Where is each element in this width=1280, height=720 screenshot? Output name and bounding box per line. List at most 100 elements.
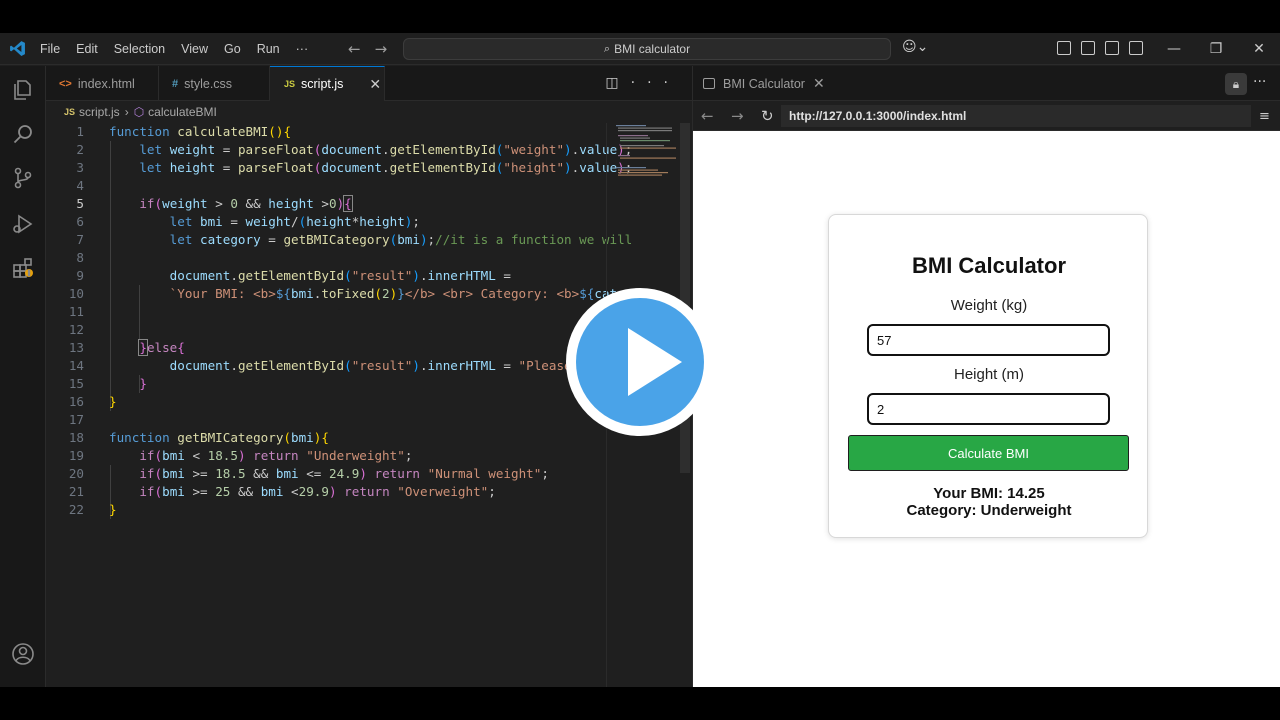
command-center-text: BMI calculator [614, 42, 691, 56]
code-line: 11 [68, 304, 84, 319]
code-line: 12 [68, 322, 84, 337]
breadcrumb: JS script.js › ⬡ calculateBMI [46, 101, 692, 123]
code-line: 7 let category = getBMICategory(bmi);//i… [76, 232, 633, 247]
browser-toolbar: ← → ↻ http://127.0.0.1:3000/index.html ≡ [693, 101, 1280, 131]
customize-layout-icon[interactable] [1057, 41, 1071, 55]
play-button[interactable] [566, 288, 714, 436]
height-label: Height (m) [953, 366, 1024, 383]
code-line: 19 if(bmi < 18.5) return "Underweight"; [68, 448, 413, 463]
tab-label: script.js [301, 77, 344, 91]
reload-icon[interactable]: ↻ [761, 107, 774, 125]
code-line: 6 let bmi = weight/(height*height); [76, 214, 420, 229]
copilot-icon[interactable]: ☺⌄ [902, 39, 928, 55]
menu-selection[interactable]: Selection [106, 42, 173, 56]
tab-bmi-calculator[interactable]: BMI Calculator ✕ [693, 66, 825, 101]
back-arrow-icon[interactable]: ← [348, 40, 361, 58]
code-line: 20 if(bmi >= 18.5 && bmi <= 24.9) return… [68, 466, 549, 481]
minimap[interactable] [612, 123, 678, 183]
extensions-icon[interactable]: ! [11, 256, 35, 280]
calculate-bmi-button[interactable]: Calculate BMI [848, 435, 1129, 471]
result-bmi: Your BMI: 14.25 [933, 485, 1045, 502]
restore-icon[interactable]: ❐ [1194, 33, 1238, 65]
code-line: 4 [76, 178, 84, 193]
svg-text:!: ! [28, 270, 31, 278]
js-file-icon: JS [284, 79, 296, 89]
code-line: 15 } [68, 376, 147, 391]
tab-index-html[interactable]: <> index.html [46, 66, 159, 101]
more-actions-icon[interactable]: ··· [631, 75, 680, 91]
activity-bar: ! [0, 66, 46, 687]
close-tab-icon[interactable]: ✕ [369, 76, 381, 93]
html-file-icon: <> [59, 77, 72, 90]
js-file-icon: JS [64, 107, 76, 117]
editor-tabs: <> index.html # style.css JS script.js ✕… [46, 66, 692, 101]
toggle-panel-icon[interactable] [1105, 41, 1119, 55]
menu-bar: File Edit Selection View Go Run ··· [32, 33, 316, 65]
menu-run[interactable]: Run [249, 42, 288, 56]
function-symbol-icon: ⬡ [133, 105, 145, 119]
play-icon [628, 328, 682, 396]
layout-controls [1057, 41, 1143, 55]
forward-arrow-icon[interactable]: → [731, 107, 744, 125]
code-line: 17 [68, 412, 84, 427]
close-tab-icon[interactable]: ✕ [813, 75, 825, 92]
editor-actions: ◫··· [605, 75, 680, 91]
menu-go[interactable]: Go [216, 42, 249, 56]
browser-tab-icon [703, 78, 715, 89]
code-line: 8 [76, 250, 84, 265]
history-nav: ← → [348, 40, 401, 58]
vscode-logo-icon [10, 41, 25, 56]
menu-view[interactable]: View [173, 42, 216, 56]
code-line: 10 `Your BMI: <b>${bmi.toFixed(2)}</b> <… [68, 286, 632, 301]
css-file-icon: # [172, 77, 179, 90]
tab-script-js[interactable]: JS script.js ✕ [270, 66, 385, 101]
chevron-right-icon: › [124, 105, 129, 119]
menu-edit[interactable]: Edit [68, 42, 106, 56]
tab-label: BMI Calculator [723, 76, 805, 91]
breadcrumb-file[interactable]: script.js [79, 105, 120, 119]
preview-tabs: BMI Calculator ✕ 🔒︎ ··· [693, 66, 1280, 101]
card-title: BMI Calculator [911, 253, 1067, 278]
minimize-icon[interactable]: — [1152, 33, 1196, 65]
toggle-primary-sidebar-icon[interactable] [1081, 41, 1095, 55]
code-line: 21 if(bmi >= 25 && bmi <29.9) return "Ov… [68, 484, 496, 499]
toggle-secondary-sidebar-icon[interactable] [1129, 41, 1143, 55]
title-bar: File Edit Selection View Go Run ··· ← → ⌕… [0, 33, 1280, 65]
explorer-icon[interactable] [11, 78, 35, 102]
code-line: 13 }else{ [68, 339, 185, 356]
forward-arrow-icon[interactable]: → [375, 40, 388, 58]
search-icon: ⌕ [603, 42, 611, 55]
menu-file[interactable]: File [32, 42, 68, 56]
code-editor[interactable]: 1 function calculateBMI(){ 2 let weight =… [46, 123, 633, 683]
account-icon[interactable] [11, 642, 35, 666]
command-center-search[interactable]: ⌕ BMI calculator [403, 38, 891, 60]
code-line: 1 function calculateBMI(){ [76, 124, 292, 139]
url-input[interactable]: http://127.0.0.1:3000/index.html [781, 105, 1251, 127]
lock-group-icon[interactable]: 🔒︎ [1225, 73, 1247, 95]
breadcrumb-symbol[interactable]: calculateBMI [148, 105, 217, 119]
code-line: 5 if(weight > 0 && height >0){ [76, 195, 353, 212]
settings-gear-icon[interactable] [11, 686, 35, 687]
tab-label: index.html [77, 76, 135, 91]
result-category: Category: Underweight [906, 502, 1072, 519]
code-line: 18 function getBMICategory(bmi){ [68, 430, 329, 445]
code-line: 16} [68, 394, 117, 409]
tab-label: style.css [184, 76, 233, 91]
bmi-card: BMI Calculator Weight (kg) 57 Height (m)… [828, 214, 1148, 538]
tab-style-css[interactable]: # style.css [159, 66, 270, 101]
menu-more[interactable]: ··· [288, 42, 317, 56]
run-debug-icon[interactable] [11, 212, 35, 236]
split-editor-icon[interactable]: ◫ [605, 75, 630, 91]
code-line: 3 let height = parseFloat(document.getEl… [76, 160, 633, 175]
height-input[interactable]: 2 [867, 393, 1110, 425]
back-arrow-icon[interactable]: ← [701, 107, 714, 125]
simple-browser-pane: BMI Calculator ✕ 🔒︎ ··· ← → ↻ http://127… [692, 66, 1280, 687]
more-actions-icon[interactable]: ··· [1253, 74, 1266, 90]
close-window-icon[interactable]: ✕ [1237, 33, 1280, 65]
code-line: 9 document.getElementById("result").inne… [76, 268, 511, 283]
weight-label: Weight (kg) [950, 297, 1028, 314]
source-control-icon[interactable] [11, 166, 35, 190]
search-icon[interactable] [11, 122, 35, 146]
weight-input[interactable]: 57 [867, 324, 1110, 356]
menu-icon[interactable]: ≡ [1259, 109, 1270, 124]
